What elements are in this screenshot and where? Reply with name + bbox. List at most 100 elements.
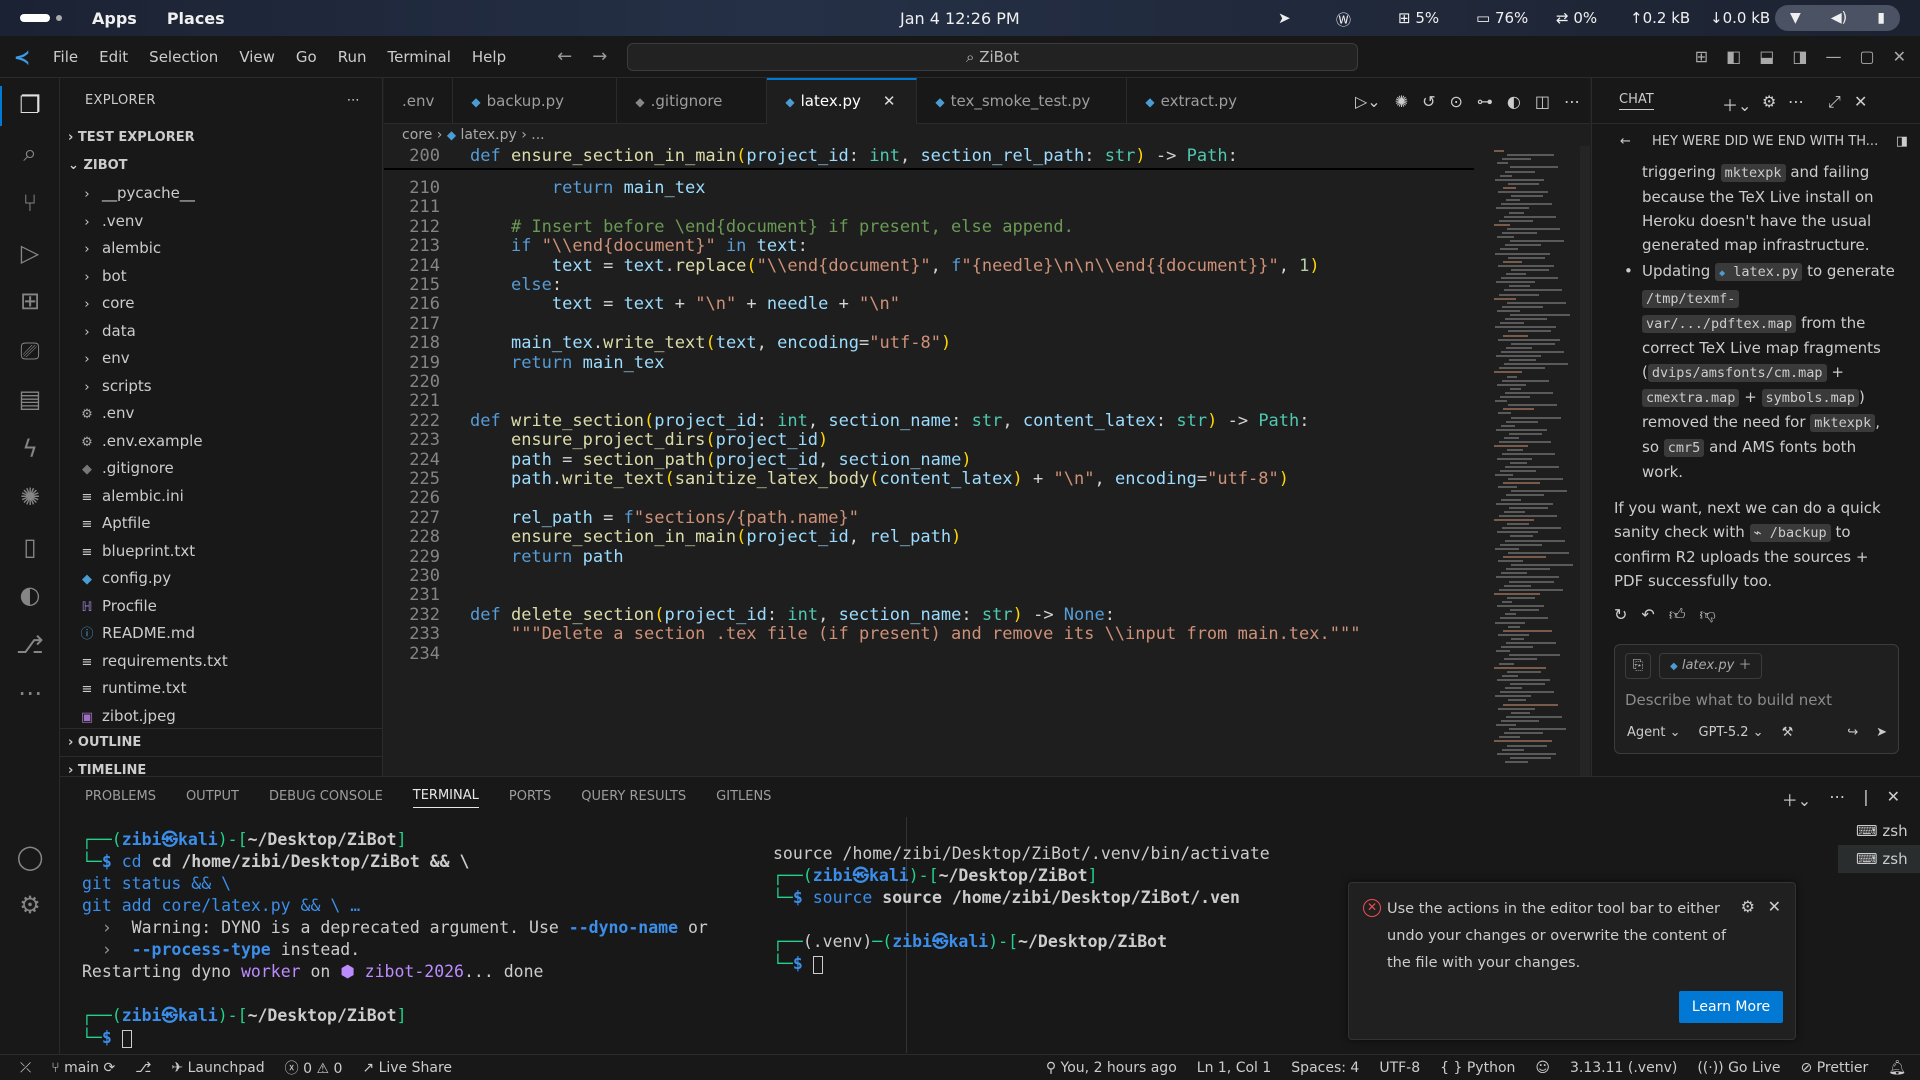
telegram-icon[interactable]: ➤ xyxy=(1278,9,1291,27)
search-view-icon[interactable]: ⌕ xyxy=(13,136,47,170)
tab-output[interactable]: OUTPUT xyxy=(186,789,239,804)
notification-settings-icon[interactable]: ⚙ xyxy=(1741,897,1755,916)
menu-help[interactable]: Help xyxy=(472,48,506,66)
back-icon[interactable]: ← xyxy=(1620,124,1631,160)
menu-view[interactable]: View xyxy=(239,48,275,66)
gitlens-compare-icon[interactable]: ⊶ xyxy=(1477,92,1493,111)
terminal-list-item[interactable]: ⌨ zsh xyxy=(1838,845,1920,873)
tab-query-results[interactable]: QUERY RESULTS xyxy=(581,789,686,804)
python-interpreter[interactable]: 3.13.11 (.venv) xyxy=(1570,1060,1677,1076)
agent-mode-dropdown[interactable]: Agent ⌄ xyxy=(1627,725,1681,740)
manage-gear-icon[interactable]: ⚙ xyxy=(13,888,47,922)
menu-run[interactable]: Run xyxy=(338,48,367,66)
tab-latex-py[interactable]: ◆ latex.py ✕ xyxy=(767,78,918,124)
tree-item[interactable]: ◆ config.py xyxy=(60,565,382,593)
maximize-chat-icon[interactable]: ⤢ xyxy=(1828,92,1841,112)
close-chat-icon[interactable]: ✕ xyxy=(1854,92,1867,111)
copilot-icon[interactable]: ☺ xyxy=(1535,1060,1550,1076)
toggle-secondary-sidebar-icon[interactable]: ◨ xyxy=(1792,47,1807,66)
tree-item[interactable]: › core xyxy=(60,290,382,318)
close-tab-icon[interactable]: ✕ xyxy=(883,92,896,110)
more-views-icon[interactable]: ⋯ xyxy=(13,676,47,710)
model-dropdown[interactable]: GPT-5.2 ⌄ xyxy=(1699,725,1764,740)
upload-indicator[interactable]: ↑0.2 kB xyxy=(1630,9,1690,27)
panel-more-icon[interactable]: ⋯ xyxy=(1829,787,1845,811)
download-indicator[interactable]: ↓0.0 kB xyxy=(1710,9,1770,27)
section-zibot[interactable]: ⌄ ZIBOT xyxy=(60,152,382,180)
retry-icon[interactable]: ↻ xyxy=(1614,603,1627,627)
sticky-scroll-header[interactable]: 200 def ensure_section_in_main(project_i… xyxy=(384,146,1474,170)
tab-ports[interactable]: PORTS xyxy=(509,789,551,804)
send-icon[interactable]: ➤ xyxy=(1876,725,1887,740)
language-mode[interactable]: { } Python xyxy=(1440,1060,1515,1076)
launchpad[interactable]: ✈ Launchpad xyxy=(171,1060,264,1076)
new-chat-icon[interactable]: ＋⌄ xyxy=(1722,92,1751,116)
thread-view-icon[interactable]: ◨ xyxy=(1896,124,1908,160)
gitlens-commit-icon[interactable]: ⊙ xyxy=(1450,92,1463,111)
tab-debug-console[interactable]: DEBUG CONSOLE xyxy=(269,789,383,804)
tree-item[interactable]: › .venv xyxy=(60,208,382,236)
tree-item[interactable]: › env xyxy=(60,345,382,373)
edge-icon[interactable]: ◐ xyxy=(13,578,47,612)
command-reference[interactable]: ⌁ /backup xyxy=(1749,524,1831,542)
command-center-search[interactable]: ⌕ ZiBot xyxy=(627,43,1358,71)
swap-indicator[interactable]: ⇄ 0% xyxy=(1556,9,1597,27)
tree-item[interactable]: ▣ zibot.jpeg xyxy=(60,703,382,731)
tab-extract-py[interactable]: ◆ extract.py xyxy=(1127,78,1267,124)
device-icon[interactable]: ▯ xyxy=(13,530,47,564)
close-panel-icon[interactable]: ✕ xyxy=(1887,787,1900,811)
branch-indicator[interactable]: ⑂ main ⟳ xyxy=(51,1060,115,1076)
chat-more-icon[interactable]: ⋯ xyxy=(1788,92,1804,111)
explorer-icon[interactable]: ❐ xyxy=(13,88,47,122)
remote-indicator-icon[interactable]: ⤫ xyxy=(20,1060,31,1076)
forward-arrow-icon[interactable]: → xyxy=(592,46,607,67)
workspace-dot[interactable] xyxy=(56,15,62,21)
memory-indicator[interactable]: ▭ 76% xyxy=(1476,9,1528,27)
menu-file[interactable]: File xyxy=(53,48,78,66)
tree-item[interactable]: ⚙ .env xyxy=(60,400,382,428)
attach-context-icon[interactable]: ⎘ xyxy=(1625,653,1651,679)
tab-gitignore[interactable]: ◆ .gitignore xyxy=(617,78,768,124)
thumbs-down-icon[interactable]: 👎︎ xyxy=(1700,603,1716,627)
close-notification-icon[interactable]: ✕ xyxy=(1768,897,1781,916)
cpu-indicator[interactable]: ⊞ 5% xyxy=(1398,9,1439,27)
menu-go[interactable]: Go xyxy=(296,48,317,66)
customize-layout-icon[interactable]: ⊞ xyxy=(1695,47,1708,66)
section-test-explorer[interactable]: › TEST EXPLORER xyxy=(60,124,382,152)
workspace-indicator[interactable] xyxy=(20,14,50,22)
tree-item[interactable]: ≡ blueprint.txt xyxy=(60,538,382,566)
learn-more-button[interactable]: Learn More xyxy=(1679,991,1783,1023)
source-control-icon[interactable]: ⑂ xyxy=(13,186,47,220)
cursor-position[interactable]: Ln 1, Col 1 xyxy=(1197,1060,1272,1076)
menu-terminal[interactable]: Terminal xyxy=(388,48,451,66)
database-icon[interactable]: ▤ xyxy=(13,382,47,416)
notifications-bell-icon[interactable]: 🔔︎ xyxy=(1888,1060,1906,1076)
menu-selection[interactable]: Selection xyxy=(149,48,218,66)
tree-item[interactable]: ≡ alembic.ini xyxy=(60,483,382,511)
breadcrumb-core[interactable]: core xyxy=(402,127,432,143)
tree-item[interactable]: ≡ Aptfile xyxy=(60,510,382,538)
breadcrumb-file[interactable]: latex.py xyxy=(461,127,517,143)
timeline-back-icon[interactable]: ↺ xyxy=(1422,92,1435,111)
tree-item[interactable]: › __pycache__ xyxy=(60,180,382,208)
split-editor-icon[interactable]: ◫ xyxy=(1535,92,1550,111)
back-arrow-icon[interactable]: ← xyxy=(557,46,572,67)
delegate-icon[interactable]: ↪ xyxy=(1847,725,1858,740)
tree-item[interactable]: ◆ .gitignore xyxy=(60,455,382,483)
tab-problems[interactable]: PROBLEMS xyxy=(85,789,156,804)
run-file-icon[interactable]: ▷⌄ xyxy=(1355,92,1381,111)
tree-item[interactable]: ⚙ .env.example xyxy=(60,428,382,456)
problems-indicator[interactable]: ⓧ 0 ⚠ 0 xyxy=(285,1058,343,1078)
context-file-chip[interactable]: ◆ latex.py ＋ xyxy=(1659,653,1763,679)
toggle-panel-icon[interactable]: ⬓ xyxy=(1759,47,1774,66)
tree-item[interactable]: ≡ runtime.txt xyxy=(60,675,382,703)
apps-menu[interactable]: Apps xyxy=(92,9,137,28)
tree-item[interactable]: › data xyxy=(60,318,382,346)
tree-item[interactable]: ≡ requirements.txt xyxy=(60,648,382,676)
app-tray-icon[interactable]: Ⓦ xyxy=(1336,9,1351,30)
editor-scrollbar[interactable] xyxy=(1580,146,1590,776)
encoding[interactable]: UTF-8 xyxy=(1379,1060,1420,1076)
menu-edit[interactable]: Edit xyxy=(99,48,128,66)
thumbs-up-icon[interactable]: 👍︎ xyxy=(1669,603,1686,627)
prettier[interactable]: ⊘ Prettier xyxy=(1801,1060,1869,1076)
